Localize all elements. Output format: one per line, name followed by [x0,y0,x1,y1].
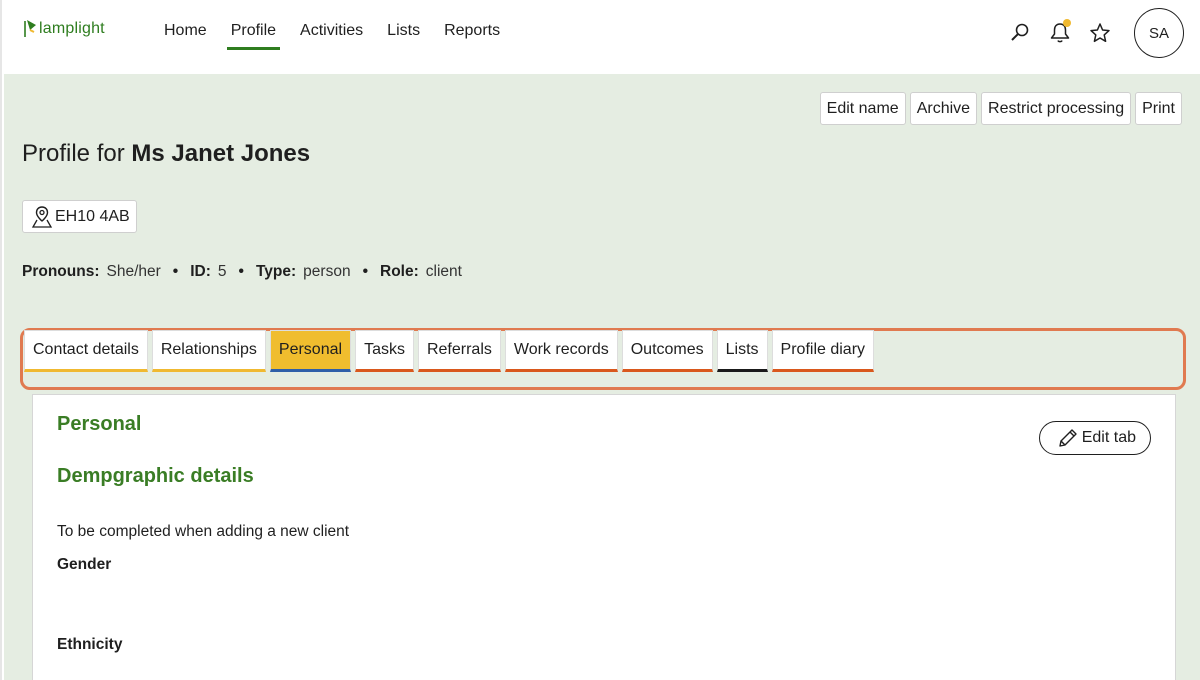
pronouns-label: Pronouns: [22,263,100,280]
meta-separator: • [238,263,244,280]
profile-name: Ms Janet Jones [131,140,311,167]
postcode-text: EH10 4AB [55,207,130,225]
id-label: ID: [190,263,211,280]
profile-tabs: Contact details Relationships Personal T… [24,330,878,372]
nav-home[interactable]: Home [152,20,219,50]
search-icon[interactable] [1008,21,1032,45]
edit-tab-label: Edit tab [1081,429,1136,446]
archive-button[interactable]: Archive [909,92,978,125]
section-heading: Dempgraphic details [57,465,254,487]
main-nav: Home Profile Activities Lists Reports [152,20,512,50]
bell-icon[interactable] [1048,19,1072,45]
edit-name-button[interactable]: Edit name [819,92,906,125]
lamplight-logo[interactable]: lamplight [22,18,105,38]
tab-profile-diary[interactable]: Profile diary [771,330,875,372]
tab-personal[interactable]: Personal [269,330,352,372]
header-icons: SA [992,8,1184,58]
star-icon[interactable] [1088,21,1112,45]
tab-referrals[interactable]: Referrals [417,330,501,372]
gender-label: Gender [57,556,112,573]
meta-separator: • [172,263,179,280]
logo-text: lamplight [39,20,105,37]
tab-relationships[interactable]: Relationships [151,330,266,372]
profile-main: Edit name Archive Restrict processing Pr… [4,74,1200,680]
map-pin-icon [31,205,53,229]
type-value: person [303,263,351,280]
lamp-icon [22,18,38,38]
nav-profile[interactable]: Profile [219,20,288,50]
meta-separator: • [362,263,369,280]
profile-meta: Pronouns: She/her • ID: 5 • Type: person… [22,263,462,281]
top-navigation-bar: lamplight Home Profile Activities Lists … [4,0,1200,74]
section-description: To be completed when adding a new client [57,523,350,540]
page-title: Profile for Ms Janet Jones [22,140,310,168]
app-frame: lamplight Home Profile Activities Lists … [0,0,1200,680]
tab-outcomes[interactable]: Outcomes [621,330,713,372]
nav-lists[interactable]: Lists [375,20,432,50]
edit-tab-button[interactable]: Edit tab [1038,421,1151,455]
type-label: Type: [255,263,297,280]
tab-lists[interactable]: Lists [716,330,768,372]
postcode-button[interactable]: EH10 4AB [22,200,137,233]
id-value: 5 [217,263,227,280]
nav-activities[interactable]: Activities [288,20,375,50]
profile-actions: Edit name Archive Restrict processing Pr… [816,92,1182,125]
pronouns-value: She/her [106,263,161,280]
ethnicity-label: Ethnicity [57,636,123,653]
role-label: Role: [380,263,419,280]
notification-dot [1063,19,1071,27]
pencil-icon [1059,429,1077,447]
tab-work-records[interactable]: Work records [504,330,618,372]
page-title-prefix: Profile for [22,140,125,167]
personal-tab-panel: Personal Edit tab Dempgraphic details To… [32,394,1176,680]
tab-tasks[interactable]: Tasks [355,330,414,372]
print-button[interactable]: Print [1135,92,1182,125]
user-avatar[interactable]: SA [1134,8,1184,58]
restrict-processing-button[interactable]: Restrict processing [981,92,1132,125]
panel-heading: Personal [57,413,142,435]
tab-contact-details[interactable]: Contact details [24,330,148,372]
role-value: client [425,263,462,280]
nav-reports[interactable]: Reports [432,20,512,50]
